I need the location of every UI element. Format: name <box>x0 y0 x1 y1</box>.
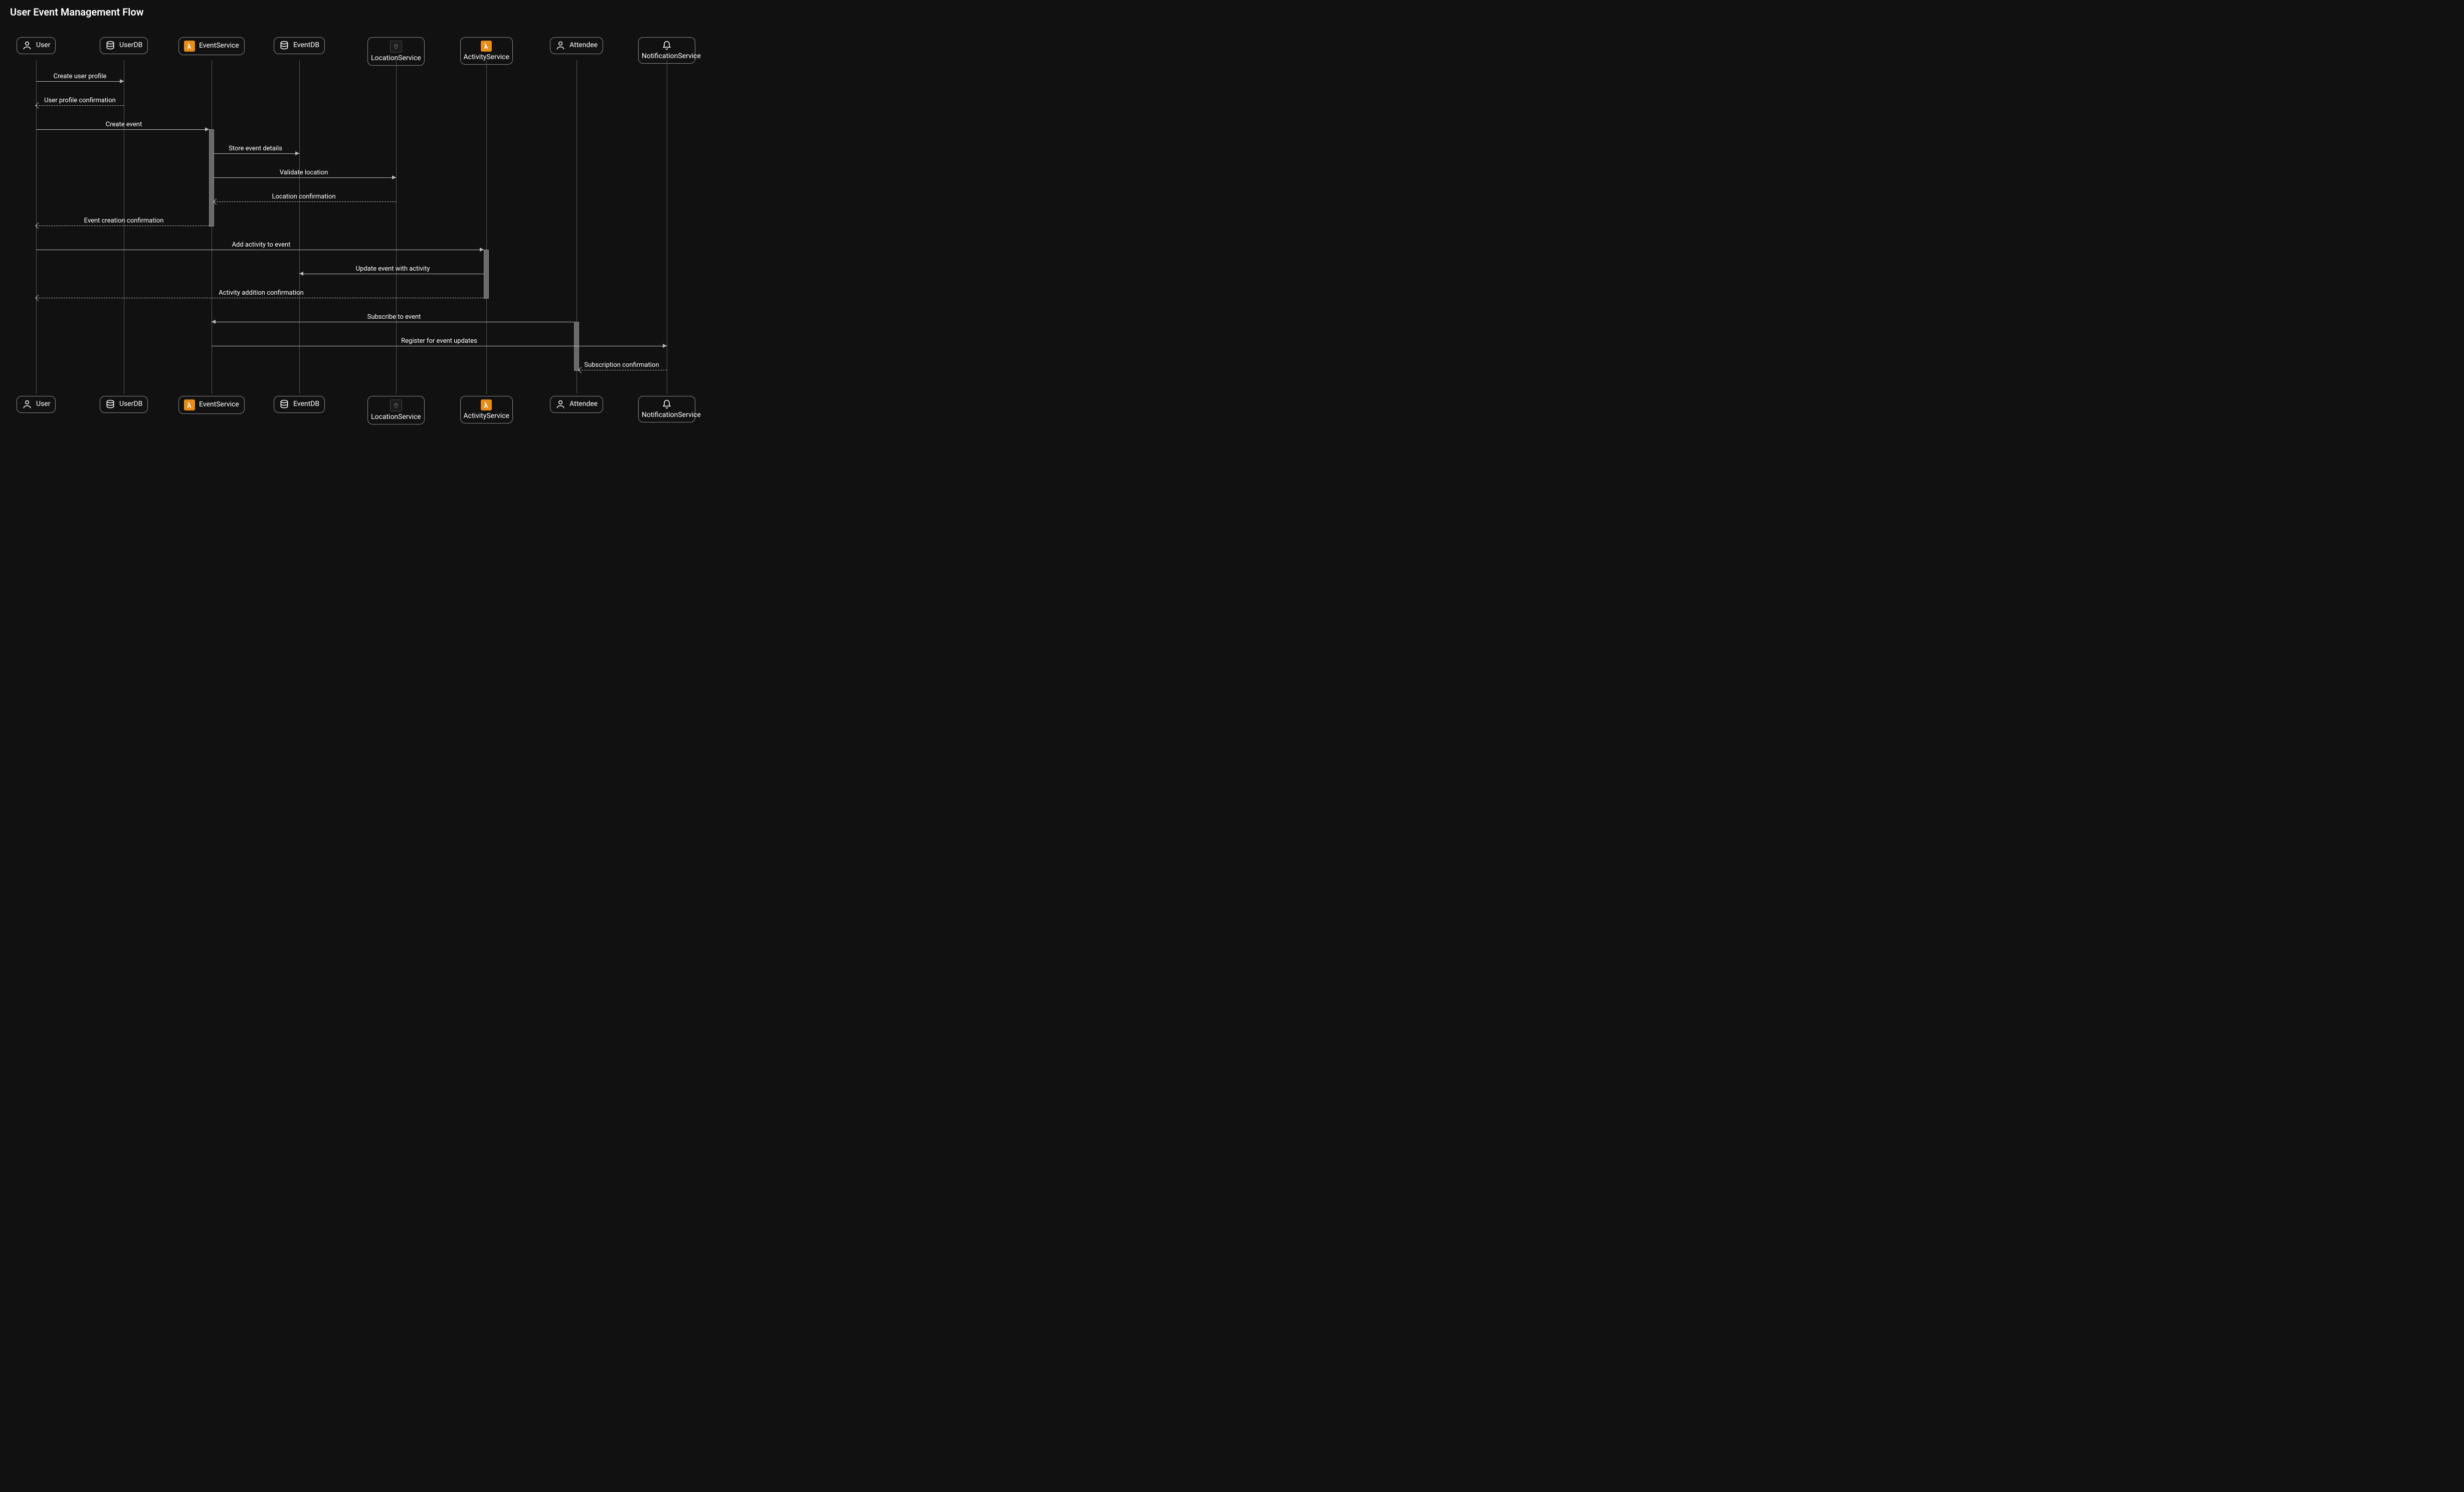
message-arrow <box>392 175 396 179</box>
message-arrow <box>299 272 303 276</box>
message-label: Add activity to event <box>232 241 291 250</box>
participant-label: EventService <box>199 42 239 50</box>
activation-attendee <box>574 322 579 371</box>
lambda-icon <box>481 41 492 52</box>
message-line <box>214 201 396 202</box>
participant-locationservice-bottom: LocationService <box>367 396 425 424</box>
lifeline-locationservice <box>396 60 397 394</box>
message-arrow <box>663 344 667 348</box>
diagram-canvas: User Event Management Flow User UserDB Eve… <box>0 0 752 461</box>
participant-label: UserDB <box>119 42 142 49</box>
message-arrow <box>120 79 124 83</box>
participant-label: ActivityService <box>464 412 509 420</box>
loc-icon <box>390 399 402 411</box>
message-arrow <box>295 151 299 155</box>
message-label: Event creation confirmation <box>84 217 164 226</box>
message-label: Location confirmation <box>272 193 335 201</box>
message-line <box>214 177 396 178</box>
participant-userdb-top: UserDB <box>100 37 148 54</box>
participant-label: EventDB <box>293 400 319 408</box>
loc-icon <box>390 41 402 53</box>
bell-icon <box>662 399 672 409</box>
participant-eventservice-bottom: EventService <box>178 396 245 414</box>
message-label: Subscription confirmation <box>584 361 659 370</box>
message-label: Register for event updates <box>401 337 477 346</box>
lambda-icon <box>184 399 195 410</box>
participant-label: NotificationService <box>642 411 692 419</box>
message-label: Subscribe to event <box>367 313 421 322</box>
message-arrow <box>480 248 484 252</box>
participant-notificationservice-bottom: NotificationService <box>638 396 695 422</box>
message-arrow <box>212 320 216 324</box>
db-icon <box>279 41 289 51</box>
participant-label: UserDB <box>119 400 142 408</box>
message-label: Update event with activity <box>356 265 430 274</box>
participant-attendee-bottom: Attendee <box>550 396 603 413</box>
diagram-title: User Event Management Flow <box>10 6 143 18</box>
person-icon <box>22 399 32 409</box>
person-icon <box>22 41 32 51</box>
lifeline-activityservice <box>486 60 487 394</box>
participant-label: LocationService <box>371 413 421 421</box>
participant-attendee-top: Attendee <box>550 37 603 54</box>
participant-label: Attendee <box>570 42 598 49</box>
participant-eventservice-top: EventService <box>178 37 245 55</box>
participant-label: EventService <box>199 401 239 408</box>
participant-activityservice-bottom: ActivityService <box>460 396 513 423</box>
message-line <box>36 129 209 130</box>
message-label: User profile confirmation <box>44 97 116 105</box>
lifeline-eventdb <box>299 60 300 394</box>
person-icon <box>555 41 565 51</box>
message-line <box>36 81 124 82</box>
participant-userdb-bottom: UserDB <box>100 396 148 413</box>
participant-label: NotificationService <box>642 53 692 60</box>
activation-eventservice <box>209 129 214 227</box>
lambda-icon <box>184 41 195 52</box>
participant-label: User <box>36 400 50 408</box>
participant-eventdb-bottom: EventDB <box>274 396 325 413</box>
person-icon <box>555 399 565 409</box>
participant-label: User <box>36 42 50 49</box>
message-label: Store event details <box>229 145 282 153</box>
message-line <box>214 153 299 154</box>
participant-eventdb-top: EventDB <box>274 37 325 54</box>
lambda-icon <box>481 399 492 410</box>
participant-label: EventDB <box>293 42 319 49</box>
message-label: Activity addition confirmation <box>219 289 303 298</box>
participant-user-top: User <box>17 37 56 54</box>
message-line <box>36 105 124 106</box>
bell-icon <box>662 41 672 51</box>
activation-activityservice <box>484 250 489 299</box>
message-label: Validate location <box>280 169 328 177</box>
db-icon <box>105 399 115 409</box>
message-arrow <box>205 127 209 131</box>
participant-label: Attendee <box>570 400 598 408</box>
participant-user-bottom: User <box>17 396 56 413</box>
message-label: Create event <box>106 121 142 129</box>
message-label: Create user profile <box>54 73 107 81</box>
db-icon <box>105 41 115 51</box>
db-icon <box>279 399 289 409</box>
